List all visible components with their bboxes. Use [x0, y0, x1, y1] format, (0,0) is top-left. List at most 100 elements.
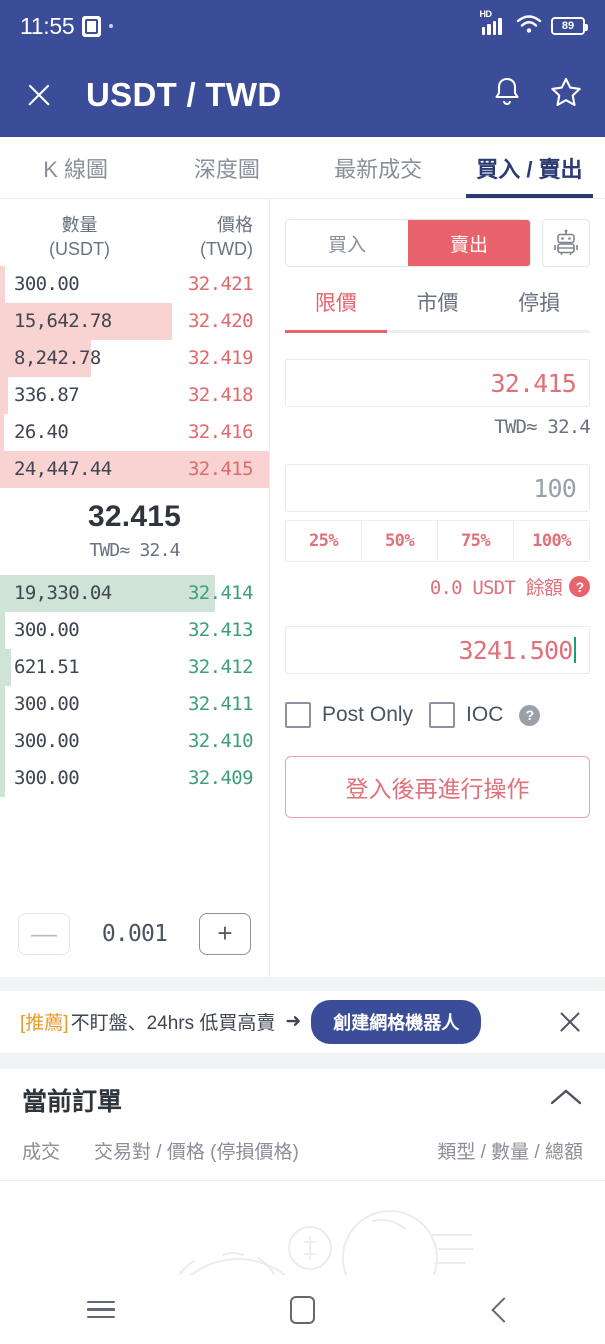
chevron-up-icon[interactable] [549, 1086, 583, 1113]
decrease-tick-button[interactable]: — [18, 912, 70, 955]
order-type-active-indicator [285, 330, 387, 333]
bid-price: 32.413 [187, 619, 254, 642]
order-book-row-ask[interactable]: 15,642.78 32.420 [0, 302, 269, 340]
increase-tick-button[interactable]: + [199, 912, 251, 955]
sell-side-button[interactable]: 賣出 [408, 220, 530, 266]
depth-bar [0, 648, 11, 686]
ask-qty: 8,242.78 [14, 347, 101, 370]
robot-icon[interactable] [542, 219, 590, 267]
mid-price: 32.415 [88, 499, 181, 533]
depth-bar [0, 265, 6, 303]
star-outline-icon[interactable] [549, 75, 583, 114]
percent-50-button[interactable]: 50% [362, 521, 438, 561]
text-cursor [573, 637, 576, 663]
order-type-tabs: 限價 市價 停損 [285, 287, 590, 330]
order-book-row-bid[interactable]: 19,330.04 32.414 [0, 574, 269, 612]
ask-qty: 26.40 [14, 421, 69, 444]
orders-title: 當前訂單 [22, 1087, 123, 1116]
help-circle-icon[interactable]: ? [569, 576, 590, 597]
price-input[interactable]: 32.415 [285, 359, 590, 407]
status-dot-icon [109, 24, 114, 28]
percent-75-button[interactable]: 75% [438, 521, 514, 561]
order-type-limit[interactable]: 限價 [285, 287, 387, 330]
order-book-row-bid[interactable]: 300.00 32.409 [0, 759, 269, 797]
ask-price: 32.421 [187, 273, 254, 296]
bid-qty: 19,330.04 [14, 582, 112, 605]
total-input[interactable]: 3241.500 [285, 626, 590, 674]
tab-kline[interactable]: K 線圖 [0, 137, 151, 198]
ask-price: 32.419 [187, 347, 254, 370]
bell-icon[interactable] [491, 75, 523, 114]
battery-indicator: 89 [551, 17, 588, 35]
promo-text: 不盯盤、24hrs 低買高賣 [70, 1013, 276, 1035]
close-icon[interactable] [555, 1007, 585, 1037]
orders-empty-state [0, 1181, 605, 1275]
ask-rows: 300.00 32.421 15,642.78 32.420 8,242.78 … [0, 265, 269, 488]
app-screen: 11:55 HD 89 USDT / TWD K 線圖 深度圖 最新成交 買入 … [0, 0, 605, 1344]
post-only-option[interactable]: Post Only [285, 702, 413, 728]
post-only-label: Post Only [322, 703, 414, 726]
tab-trades[interactable]: 最新成交 [303, 137, 454, 198]
order-book-row-bid[interactable]: 300.00 32.413 [0, 611, 269, 649]
bid-price: 32.410 [187, 730, 254, 753]
amount-input-value: 100 [533, 473, 577, 503]
trade-body: 數量 (USDT) 價格 (TWD) 300.00 32.421 15,642.… [0, 199, 605, 977]
depth-bar [0, 685, 6, 723]
bid-qty: 621.51 [14, 656, 80, 679]
help-circle-icon[interactable]: ? [519, 704, 541, 726]
order-book-row-bid[interactable]: 300.00 32.410 [0, 722, 269, 760]
order-book-row-ask[interactable]: 300.00 32.421 [0, 265, 269, 303]
tab-depth[interactable]: 深度圖 [151, 137, 302, 198]
bid-price: 32.412 [187, 656, 254, 679]
trade-form: 買入 賣出 限價 市價 停損 32.415 TWD≈ 32.4 100 25% … [270, 199, 605, 977]
order-book-qty-header: 數量 (USDT) [49, 215, 110, 260]
home-square-icon [289, 1295, 315, 1324]
ask-price: 32.415 [187, 458, 254, 481]
ask-qty: 336.87 [14, 384, 80, 407]
buy-side-button[interactable]: 買入 [286, 220, 408, 266]
back-chevron-icon [491, 1296, 517, 1323]
orders-column-headers: 成交 交易對 / 價格 (停損價格) 類型 / 數量 / 總額 [0, 1131, 605, 1181]
depth-bar [0, 376, 9, 414]
orders-col-type-qty-total: 類型 / 數量 / 總額 [437, 1141, 583, 1163]
nav-back-button[interactable] [459, 1296, 549, 1323]
order-type-stop[interactable]: 停損 [488, 287, 590, 330]
app-header: USDT / TWD [0, 52, 605, 137]
ioc-checkbox[interactable] [429, 702, 456, 728]
close-icon[interactable] [22, 78, 56, 112]
order-type-market[interactable]: 市價 [387, 287, 489, 330]
order-book-row-ask[interactable]: 26.40 32.416 [0, 413, 269, 451]
percent-100-button[interactable]: 100% [514, 521, 589, 561]
order-book-row-ask[interactable]: 336.87 32.418 [0, 376, 269, 414]
order-book-row-bid[interactable]: 300.00 32.411 [0, 685, 269, 723]
order-book-header: 數量 (USDT) 價格 (TWD) [0, 213, 269, 266]
order-type-underline [285, 330, 590, 333]
percent-buttons: 25% 50% 75% 100% [285, 520, 590, 562]
create-grid-bot-button[interactable]: 創建網格機器人 [311, 999, 482, 1044]
android-nav-bar [0, 1275, 605, 1344]
total-input-value: 3241.500 [458, 635, 573, 665]
ask-qty: 15,642.78 [14, 310, 112, 333]
main-tabs: K 線圖 深度圖 最新成交 買入 / 賣出 [0, 137, 605, 199]
order-book-row-ask[interactable]: 8,242.78 32.419 [0, 339, 269, 377]
percent-25-button[interactable]: 25% [286, 521, 362, 561]
ioc-label: IOC [466, 703, 504, 726]
submit-order-button[interactable]: 登入後再進行操作 [285, 756, 590, 818]
depth-bar [0, 759, 6, 797]
network-type-label: HD [479, 8, 493, 19]
orders-col-pair-price: 交易對 / 價格 (停損價格) [94, 1141, 299, 1163]
wifi-icon [516, 14, 542, 39]
order-book-row-bid[interactable]: 621.51 32.412 [0, 648, 269, 686]
mid-price-block: 32.415 TWD≈ 32.4 [0, 488, 269, 575]
amount-input[interactable]: 100 [285, 464, 590, 512]
order-book-row-ask[interactable]: 24,447.44 32.415 [0, 450, 269, 488]
nav-recents-button[interactable] [56, 1300, 146, 1319]
ioc-option[interactable]: IOC [429, 702, 503, 728]
nav-home-button[interactable] [257, 1295, 347, 1324]
space-empty-state-illustration [177, 1209, 474, 1275]
post-only-checkbox[interactable] [285, 702, 311, 728]
app-notification-icon [82, 15, 102, 37]
orders-header[interactable]: 當前訂單 [0, 1069, 605, 1131]
orders-col-filled: 成交 [22, 1141, 61, 1163]
tab-buy-sell[interactable]: 買入 / 賣出 [454, 137, 605, 198]
